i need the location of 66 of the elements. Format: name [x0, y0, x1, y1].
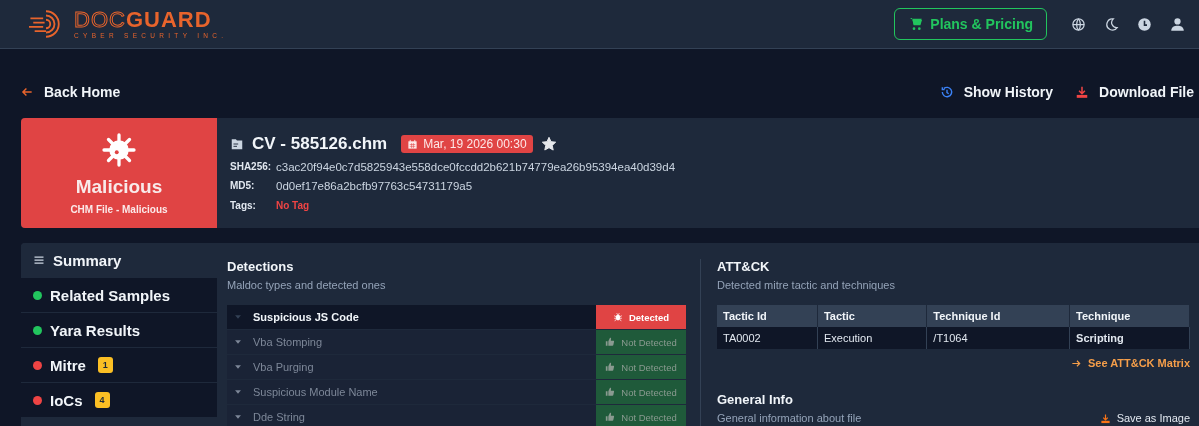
clock-icon[interactable]: [1137, 16, 1152, 32]
sidebar-item[interactable]: Related Samples: [21, 278, 217, 313]
detection-row[interactable]: Dde String: [227, 405, 596, 426]
date-badge: Mar, 19 2026 00:30: [401, 135, 533, 153]
arrow-right-icon: [1070, 357, 1082, 369]
detection-row[interactable]: Vba Stomping: [227, 330, 596, 354]
sidebar-item[interactable]: Yara Results: [21, 313, 217, 348]
section-title: ATT&CK: [717, 259, 771, 274]
download-file-link[interactable]: Download File: [1075, 83, 1194, 100]
field-label: MD5:: [230, 180, 256, 192]
verdict-subtitle: CHM File - Malicious: [70, 203, 168, 215]
count-badge: 1: [97, 357, 113, 373]
thumbs-up-icon: [605, 387, 616, 397]
not-detected-badge: Not Detected: [596, 355, 686, 379]
section-title: General Info: [717, 392, 794, 407]
download-icon: [1075, 84, 1090, 99]
globe-icon[interactable]: [1071, 16, 1086, 32]
plans-pricing-button[interactable]: Plans & Pricing: [894, 8, 1047, 40]
section-subtitle: Detected mitre tactic and techniques: [717, 279, 896, 291]
file-icon: [230, 137, 244, 151]
table-cell: Execution: [817, 327, 927, 349]
file-name: CV - 585126.chm: [252, 134, 388, 154]
history-icon: [939, 84, 954, 99]
menu-icon: [33, 254, 45, 266]
column-header: Tactic: [817, 305, 927, 327]
not-detected-badge: Not Detected: [596, 380, 686, 404]
show-history-link[interactable]: Show History: [939, 83, 1054, 100]
table-cell: Scripting: [1069, 327, 1190, 349]
thumbs-up-icon: [605, 337, 616, 347]
cart-icon: [908, 16, 925, 32]
field-label: Tags:: [230, 199, 257, 211]
table-cell: TA0002: [717, 327, 818, 349]
sidebar-item[interactable]: IoCs 4: [21, 383, 217, 418]
download-icon: [1099, 412, 1111, 424]
calendar-icon: [407, 138, 419, 150]
user-icon[interactable]: [1170, 16, 1185, 32]
detected-badge: Detected: [596, 305, 686, 329]
detection-row[interactable]: Suspicious JS Code: [227, 305, 596, 329]
section-title: Detections: [227, 259, 295, 274]
tag-value: No Tag: [276, 199, 310, 211]
brand-logo: DOCGUARD: [74, 9, 213, 31]
hash-value: 0d0ef17e86a2bcfb97763c54731179a5: [276, 180, 473, 192]
thumbs-up-icon: [605, 412, 616, 422]
count-badge: 4: [94, 392, 110, 408]
save-as-image-button[interactable]: Save as Image: [1099, 412, 1190, 424]
not-detected-badge: Not Detected: [596, 330, 686, 354]
sidebar-item[interactable]: Mitre 1: [21, 348, 217, 383]
moon-icon[interactable]: [1104, 16, 1119, 32]
back-home-link[interactable]: Back Home: [20, 83, 121, 100]
hash-value: c3ac20f94e0c7d5825943e558dce0fccdd2b621b74779ea26b95394ea40d39d4: [276, 160, 676, 173]
star-icon[interactable]: [540, 136, 557, 152]
section-subtitle: General information about file: [717, 412, 862, 424]
detection-row[interactable]: Suspicious Module Name: [227, 380, 596, 404]
detection-row[interactable]: Vba Purging: [227, 355, 596, 379]
attack-matrix-link[interactable]: See ATT&CK Matrix: [1070, 357, 1190, 369]
section-subtitle: Maldoc types and detected ones: [227, 279, 387, 291]
verdict-title: Malicious: [75, 175, 163, 198]
not-detected-badge: Not Detected: [596, 405, 686, 426]
virus-icon: [101, 131, 137, 168]
column-header: Technique: [1069, 305, 1190, 327]
bug-icon: [612, 312, 623, 322]
table-cell: /T1064: [926, 327, 1070, 349]
field-label: SHA256:: [230, 161, 273, 173]
column-header: Technique Id: [926, 305, 1070, 327]
thumbs-up-icon: [605, 362, 616, 372]
column-header: Tactic Id: [717, 305, 818, 327]
